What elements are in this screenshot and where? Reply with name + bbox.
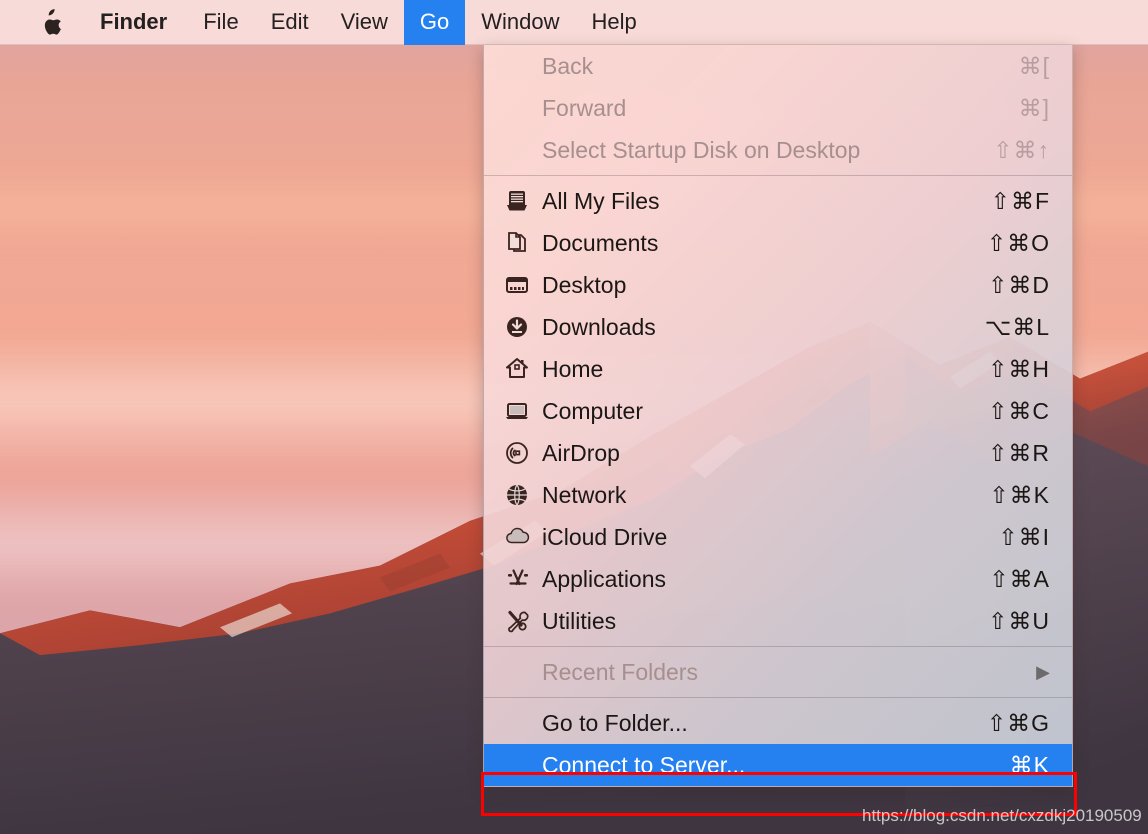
menu-item-utilities[interactable]: Utilities ⇧⌘U [484,600,1072,642]
menu-item-desktop-label: Desktop [542,271,627,298]
menu-item-airdrop[interactable]: AirDrop ⇧⌘R [484,432,1072,474]
menubar-item-file[interactable]: File [187,0,254,45]
menu-item-all-my-files-label: All My Files [542,187,660,214]
menu-item-computer-shortcut: ⇧⌘C [988,397,1050,424]
menu-item-go-to-folder-label: Go to Folder... [542,709,688,736]
utilities-icon [504,607,540,635]
menu-item-forward[interactable]: Forward ⌘] [484,87,1072,129]
menu-separator [484,175,1072,176]
menu-separator [484,646,1072,647]
menu-item-recent-folders[interactable]: Recent Folders ▶ [484,651,1072,693]
menu-item-downloads-shortcut: ⌥⌘L [984,313,1050,340]
menu-item-icloud-drive-label: iCloud Drive [542,523,668,550]
menu-item-network-label: Network [542,481,627,508]
computer-icon [504,397,540,425]
menu-item-home[interactable]: Home ⇧⌘H [484,348,1072,390]
menu-item-connect-to-server-label: Connect to Server... [542,751,746,778]
menu-item-network[interactable]: Network ⇧⌘K [484,474,1072,516]
menu-item-airdrop-shortcut: ⇧⌘R [988,439,1050,466]
menu-item-select-startup-disk[interactable]: Select Startup Disk on Desktop ⇧⌘↑ [484,129,1072,171]
menu-item-applications-label: Applications [542,565,667,592]
menu-item-documents-label: Documents [542,229,659,256]
menubar-item-window[interactable]: Window [465,0,575,45]
menu-item-forward-label: Forward [542,94,627,121]
menu-item-all-my-files-shortcut: ⇧⌘F [990,187,1050,214]
menubar-item-go[interactable]: Go [403,0,466,45]
watermark-text: https://blog.csdn.net/cxzdkj20190509 [862,806,1142,825]
menu-item-downloads-label: Downloads [542,313,656,340]
go-dropdown-menu: Back ⌘[ Forward ⌘] Select Startup Disk o… [483,45,1073,787]
menu-item-home-shortcut: ⇧⌘H [988,355,1050,382]
menu-item-go-to-folder-shortcut: ⇧⌘G [986,709,1050,736]
menu-item-documents[interactable]: Documents ⇧⌘O [484,222,1072,264]
chevron-right-icon: ▶ [1036,661,1050,682]
network-icon [504,481,540,509]
all-my-files-icon [504,187,540,215]
menu-item-back-shortcut: ⌘[ [1018,52,1050,79]
menu-item-documents-shortcut: ⇧⌘O [986,229,1050,256]
menu-item-computer[interactable]: Computer ⇧⌘C [484,390,1072,432]
menu-item-go-to-folder[interactable]: Go to Folder... ⇧⌘G [484,702,1072,744]
menu-item-icloud-drive[interactable]: iCloud Drive ⇧⌘I [484,516,1072,558]
menu-item-select-startup-disk-label: Select Startup Disk on Desktop [542,136,861,163]
menu-item-desktop-shortcut: ⇧⌘D [988,271,1050,298]
menu-separator [484,697,1072,698]
home-icon [504,355,540,383]
menu-item-applications-shortcut: ⇧⌘A [989,565,1050,592]
menu-item-back[interactable]: Back ⌘[ [484,45,1072,87]
menu-item-utilities-shortcut: ⇧⌘U [988,607,1050,634]
airdrop-icon [504,439,540,467]
menu-item-airdrop-label: AirDrop [542,439,620,466]
menu-item-computer-label: Computer [542,397,643,424]
menu-item-utilities-label: Utilities [542,607,617,634]
menu-item-icloud-drive-shortcut: ⇧⌘I [998,523,1050,550]
apple-logo-icon[interactable] [0,0,80,45]
menu-item-connect-to-server-shortcut: ⌘K [1009,751,1050,778]
menubar-item-edit[interactable]: Edit [255,0,325,45]
menu-item-back-label: Back [542,52,594,79]
menu-item-recent-folders-label: Recent Folders [542,658,698,685]
desktop-icon [504,271,540,299]
menu-item-select-startup-disk-shortcut: ⇧⌘↑ [993,136,1050,163]
menu-item-applications[interactable]: Applications ⇧⌘A [484,558,1072,600]
menu-item-connect-to-server[interactable]: Connect to Server... ⌘K [484,744,1072,786]
menubar-item-help[interactable]: Help [576,0,653,45]
applications-icon [504,565,540,593]
downloads-icon [504,313,540,341]
documents-icon [504,229,540,257]
menu-item-network-shortcut: ⇧⌘K [989,481,1050,508]
menu-item-forward-shortcut: ⌘] [1018,94,1050,121]
menu-item-all-my-files[interactable]: All My Files ⇧⌘F [484,180,1072,222]
menubar-item-finder[interactable]: Finder [80,0,187,45]
menu-bar: Finder File Edit View Go Window Help [0,0,1148,45]
menubar-item-view[interactable]: View [325,0,404,45]
icloud-icon [504,523,540,551]
menu-item-home-label: Home [542,355,604,382]
menu-item-downloads[interactable]: Downloads ⌥⌘L [484,306,1072,348]
menu-item-desktop[interactable]: Desktop ⇧⌘D [484,264,1072,306]
